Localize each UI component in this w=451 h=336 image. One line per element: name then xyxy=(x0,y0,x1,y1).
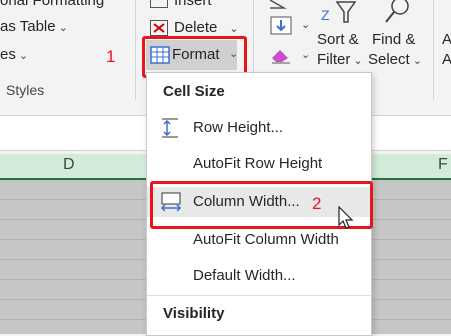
group-divider xyxy=(433,0,434,100)
cell-styles-button[interactable]: es ⌄ xyxy=(0,46,28,63)
visibility-header: Visibility xyxy=(147,299,371,329)
column-header-d[interactable]: D xyxy=(63,156,75,174)
fill-down-icon xyxy=(270,16,292,35)
clear-button[interactable]: ⌄ xyxy=(270,46,310,69)
edge-letter-1: A xyxy=(442,31,451,48)
format-button[interactable]: Format ⌄ xyxy=(146,40,239,70)
autosum-icon xyxy=(269,0,287,9)
sort-filter-label-1: Sort & xyxy=(317,31,359,48)
eraser-icon xyxy=(272,50,290,64)
row-height-item[interactable]: Row Height... xyxy=(147,113,371,143)
find-select-label-1: Find & xyxy=(372,31,416,48)
format-icon xyxy=(150,46,170,64)
row-height-icon xyxy=(162,118,178,138)
chevron-down-icon: ⌄ xyxy=(229,23,239,35)
styles-group-label: Styles xyxy=(6,82,45,98)
chevron-down-icon: ⌄ xyxy=(412,55,422,67)
autofit-row-height-label: AutoFit Row Height xyxy=(193,155,323,172)
chevron-down-icon: ⌄ xyxy=(229,48,239,60)
delete-icon xyxy=(150,20,168,37)
chevron-down-icon: ⌄ xyxy=(18,50,29,62)
format-as-table-button[interactable]: as Table ⌄ xyxy=(0,18,68,35)
chevron-down-icon: ⌄ xyxy=(301,49,311,61)
step-2-annotation: 2 xyxy=(312,194,322,213)
svg-text:Z: Z xyxy=(321,7,330,23)
chevron-down-icon: ⌄ xyxy=(301,19,311,31)
insert-button[interactable]: Insert xyxy=(150,0,212,9)
chevron-down-icon: ⌄ xyxy=(353,55,363,67)
row-height-label: Row Height... xyxy=(193,119,284,136)
cell-size-header-label: Cell Size xyxy=(163,83,225,100)
menu-divider xyxy=(147,295,371,296)
mouse-cursor-icon xyxy=(338,206,354,229)
step-1-annotation: 1 xyxy=(106,47,116,66)
autofit-column-width-label: AutoFit Column Width xyxy=(193,231,339,248)
insert-icon xyxy=(150,0,168,9)
autofit-row-height-item[interactable]: AutoFit Row Height xyxy=(147,149,371,179)
find-select-button[interactable]: Find & Select ⌄ xyxy=(368,0,426,72)
format-label: Format xyxy=(172,46,220,63)
group-divider xyxy=(135,0,136,100)
column-header-f[interactable]: F xyxy=(438,156,448,174)
default-width-label: Default Width... xyxy=(193,267,296,284)
visibility-header-label: Visibility xyxy=(163,305,225,322)
edge-letter-2: A xyxy=(442,51,451,68)
cell-size-header: Cell Size xyxy=(147,77,371,107)
chevron-down-icon: ⌄ xyxy=(58,22,68,34)
sort-filter-button[interactable]: Z Sort & Filter ⌄ xyxy=(313,0,365,72)
fill-button[interactable]: ⌄ xyxy=(270,16,310,41)
find-select-label-2: Select xyxy=(368,51,410,68)
sort-icon: Z xyxy=(321,1,357,23)
conditional-formatting-button[interactable]: onal Formatting xyxy=(0,0,104,9)
delete-button[interactable]: Delete ⌄ xyxy=(150,19,239,37)
default-width-item[interactable]: Default Width... xyxy=(147,261,371,291)
find-icon xyxy=(385,0,409,23)
sort-filter-label-2: Filter xyxy=(317,51,351,68)
